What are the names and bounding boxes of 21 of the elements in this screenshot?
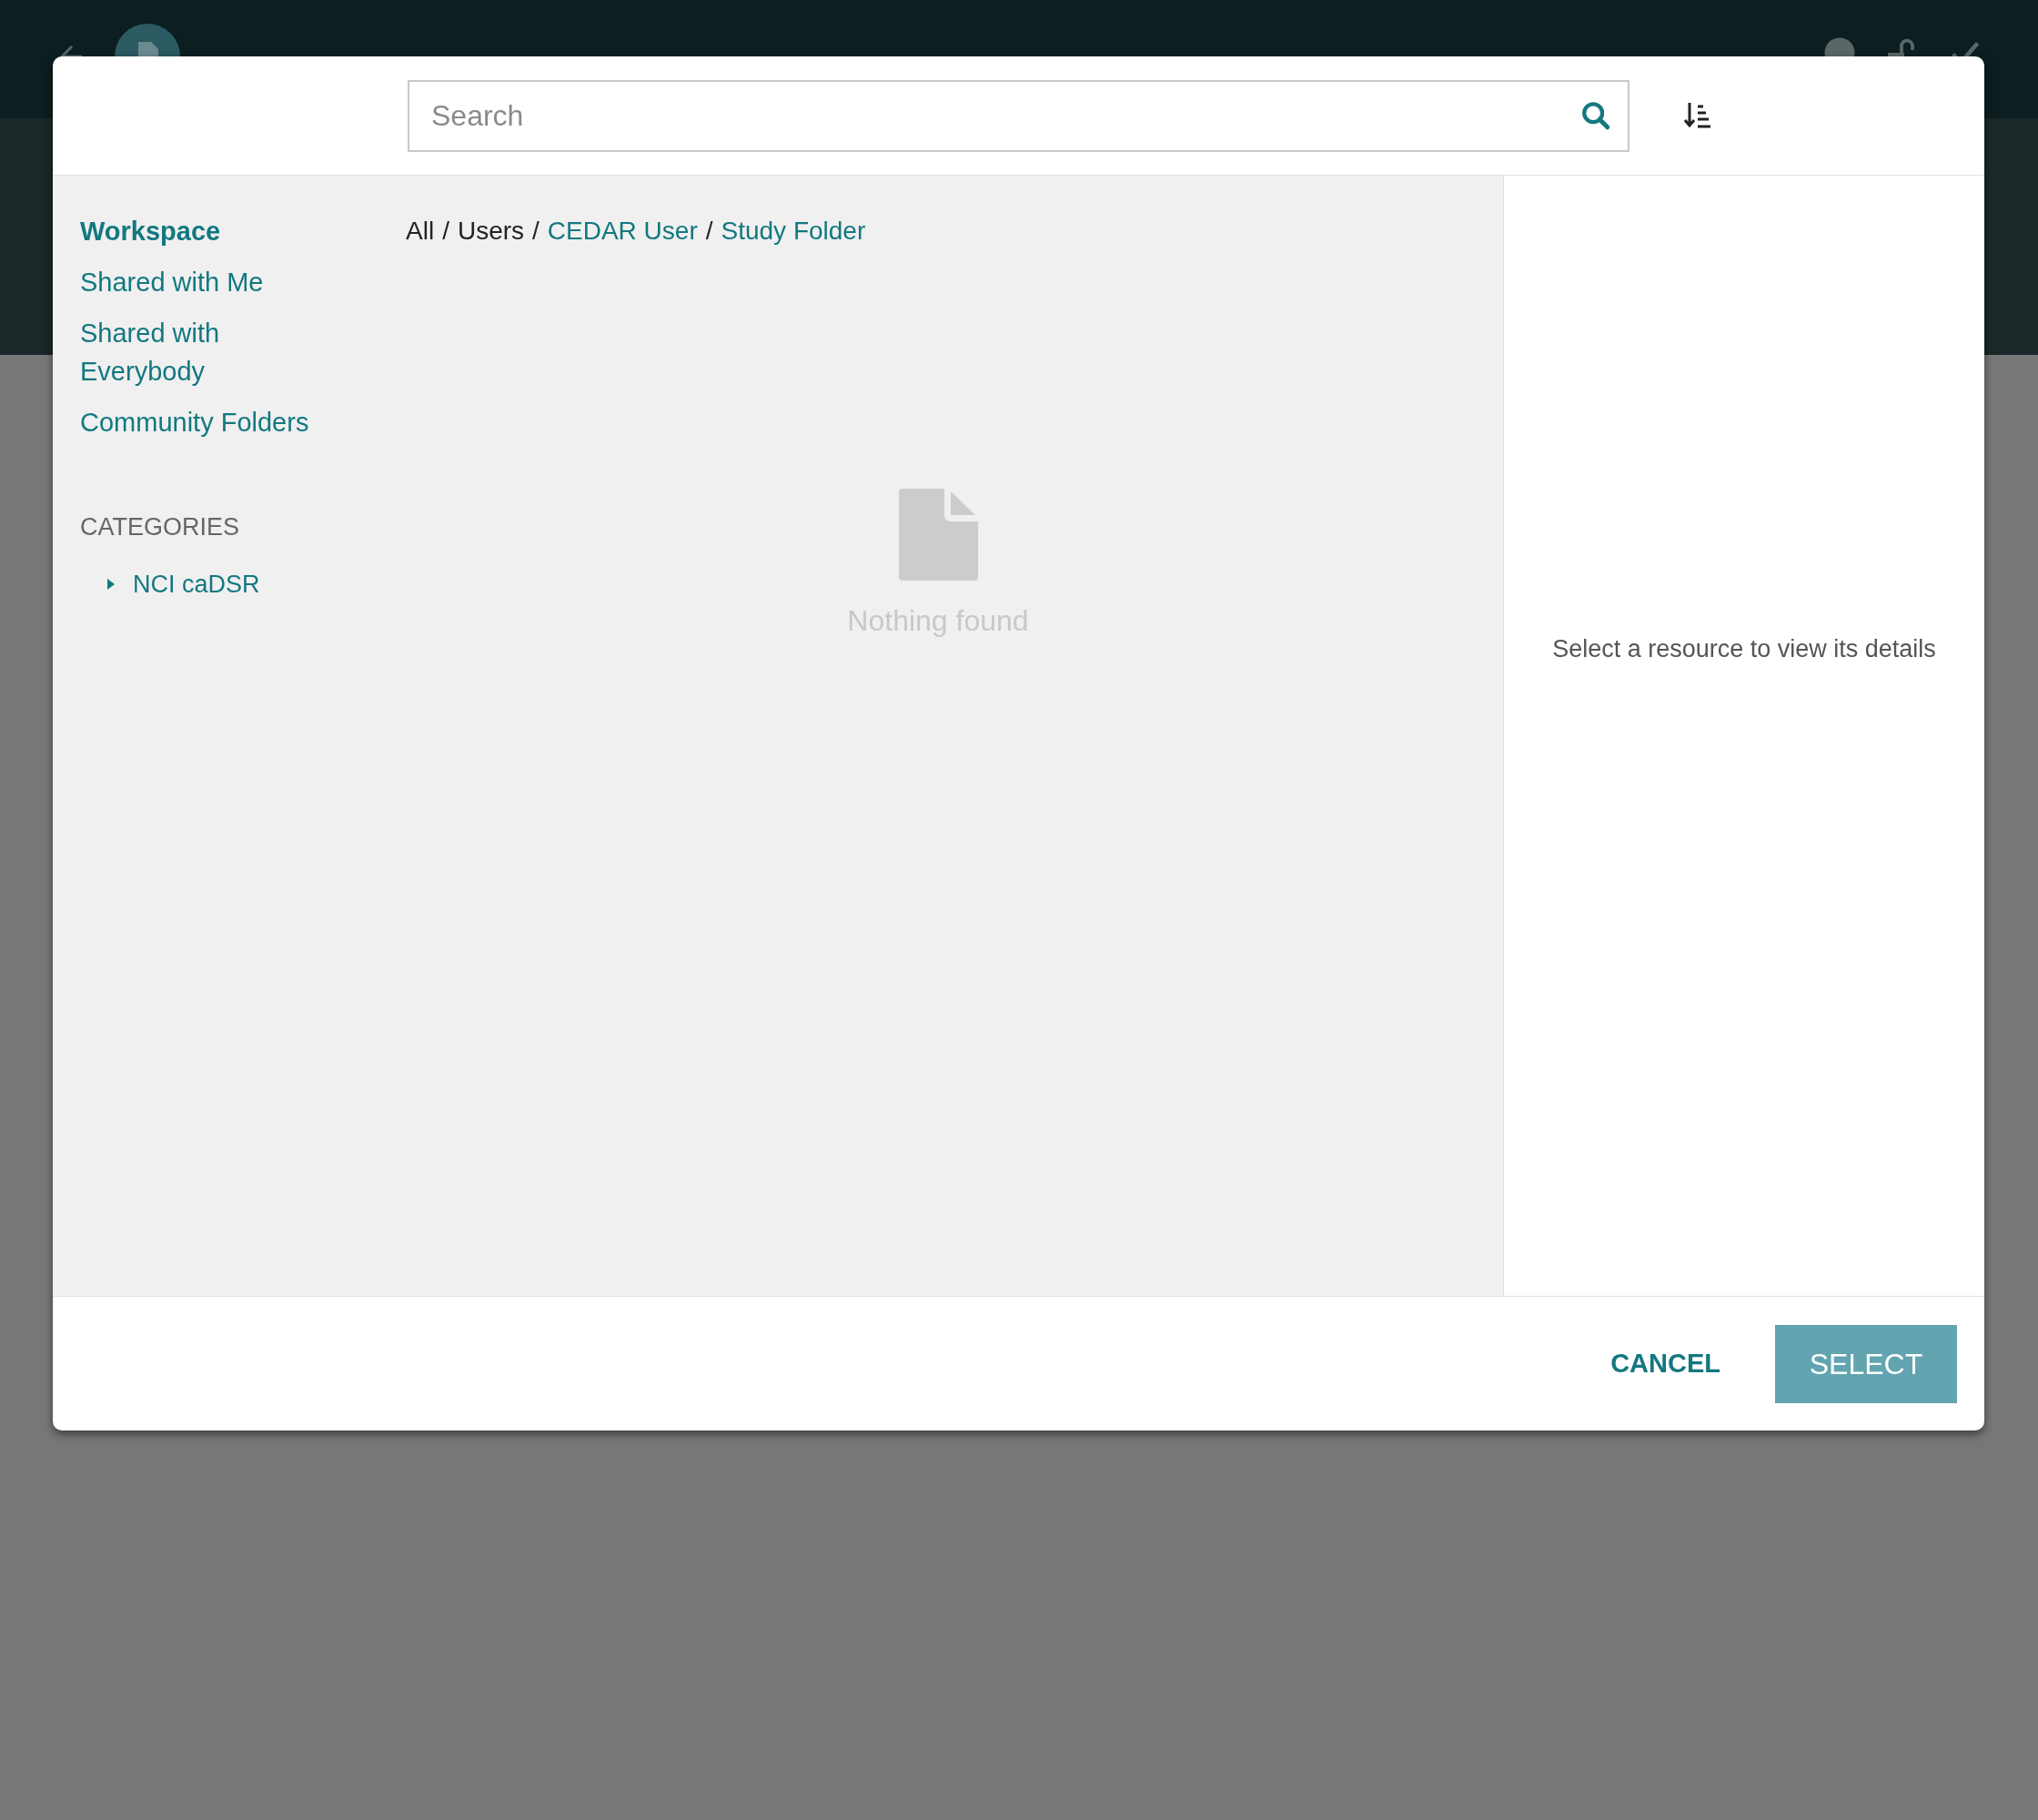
search-field[interactable]: Search [408, 79, 1629, 152]
categories-heading: CATEGORIES [80, 512, 241, 542]
breadcrumb-item[interactable]: All [406, 212, 435, 250]
caret-right-icon[interactable] [106, 576, 116, 592]
sidebar-link[interactable]: Workspace [80, 212, 317, 250]
sidebar-link[interactable]: Shared with Everybody [80, 314, 317, 390]
details-message: Select a resource to view its details [1552, 634, 1936, 665]
document-icon [898, 489, 978, 581]
breadcrumb-separator: / [705, 216, 713, 247]
breadcrumb-separator: / [442, 216, 449, 247]
select-button[interactable]: SELECT [1775, 1324, 1957, 1403]
sidebar-link[interactable]: Community Folders [80, 403, 317, 441]
breadcrumb-link[interactable]: Study Folder [721, 212, 866, 250]
cancel-button[interactable]: CANCEL [1592, 1324, 1739, 1403]
sort-icon[interactable] [1684, 101, 1711, 130]
breadcrumb-separator: / [532, 216, 540, 247]
sidebar-link[interactable]: Shared with Me [80, 263, 317, 301]
breadcrumb-item[interactable]: Users [457, 212, 525, 250]
category-link[interactable]: NCI caDSR [133, 565, 260, 602]
search-icon[interactable] [1580, 99, 1611, 131]
breadcrumb-link[interactable]: CEDAR User [547, 212, 698, 250]
